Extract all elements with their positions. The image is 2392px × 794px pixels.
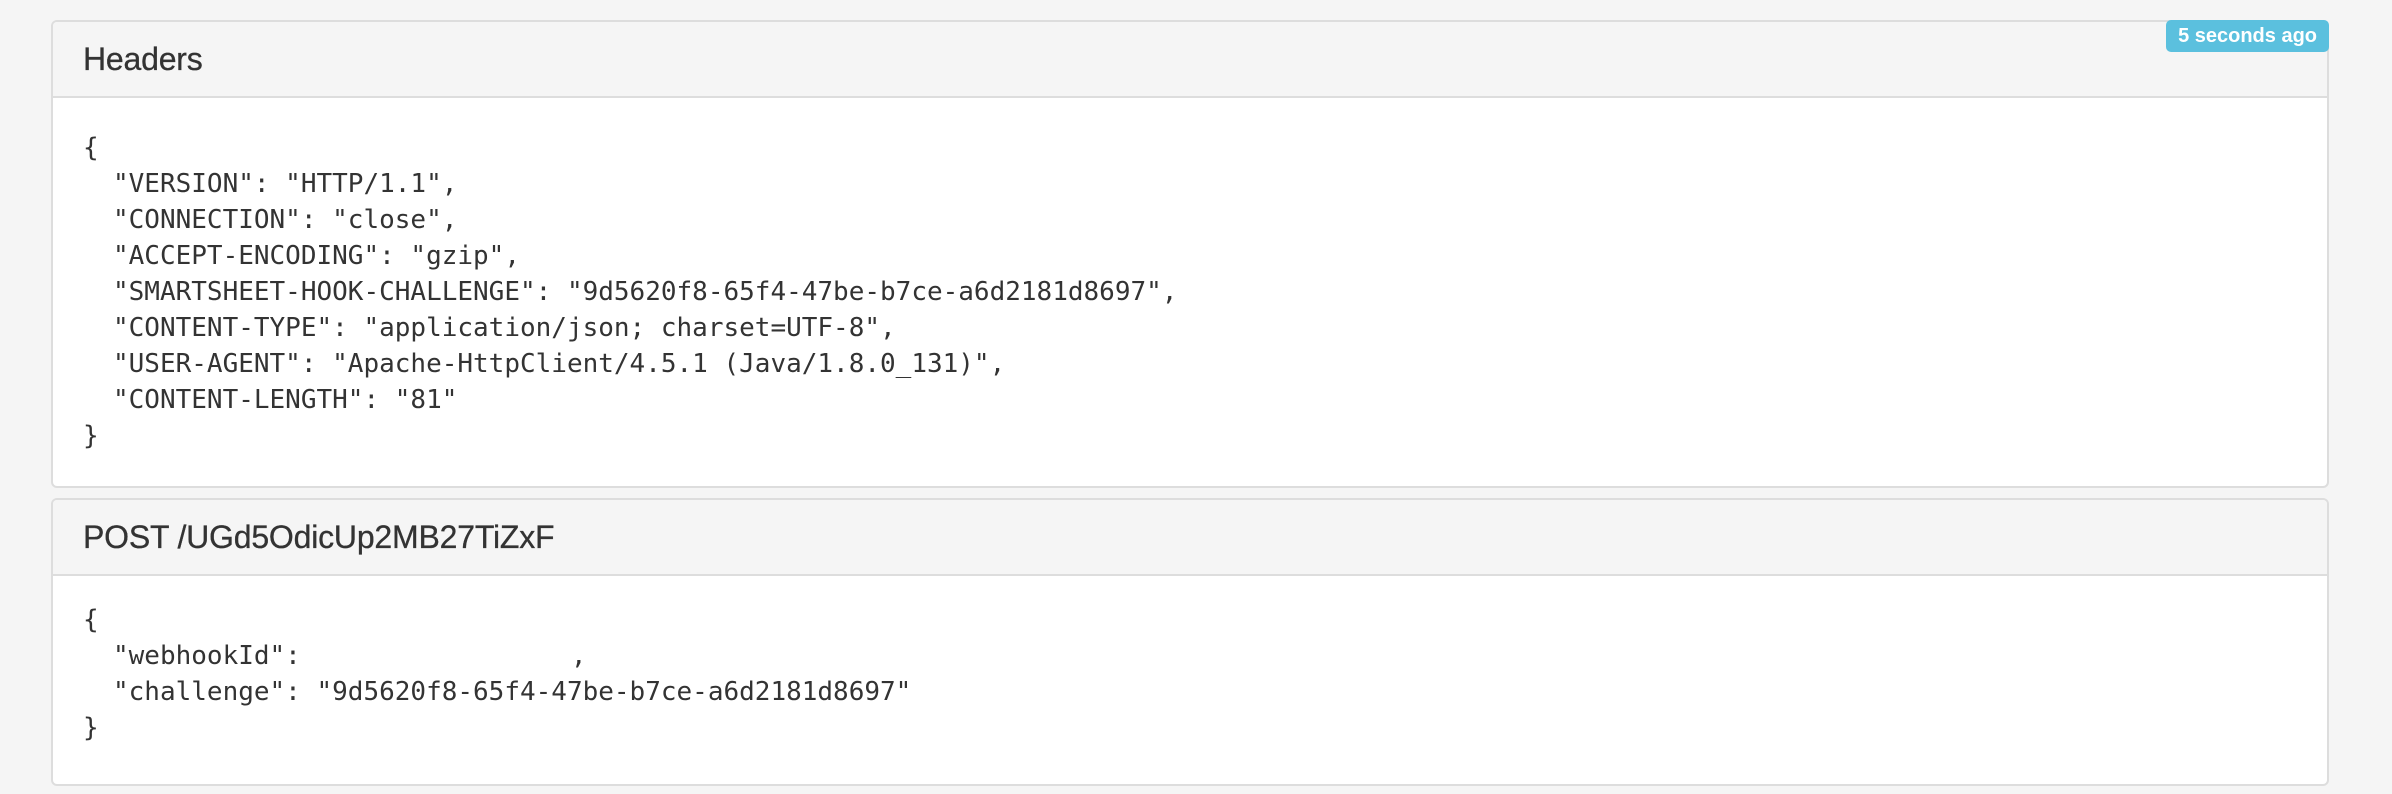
- header-line-accept-encoding: "ACCEPT-ENCODING": "gzip",: [113, 241, 520, 271]
- json-open-brace: {: [83, 605, 99, 635]
- header-line-content-type: "CONTENT-TYPE": "application/json; chars…: [113, 313, 896, 343]
- json-open-brace: {: [83, 133, 99, 163]
- challenge-line: "challenge": "9d5620f8-65f4-47be-b7ce-a6…: [113, 677, 912, 707]
- timestamp-badge: 5 seconds ago: [2166, 20, 2329, 52]
- request-title: POST /UGd5OdicUp2MB27TiZxF: [83, 518, 555, 555]
- header-line-content-length: "CONTENT-LENGTH": "81": [113, 385, 458, 415]
- request-viewer: 5 seconds ago Headers { "VERSION": "HTTP/…: [0, 0, 2392, 794]
- webhook-id-tail: ,: [570, 641, 587, 671]
- headers-panel: Headers { "VERSION": "HTTP/1.1", "CONNECTI…: [51, 20, 2329, 488]
- headers-panel-content: { "VERSION": "HTTP/1.1", "CONNECTION": "cl…: [53, 98, 2327, 454]
- header-line-connection: "CONNECTION": "close",: [113, 205, 458, 235]
- webhook-id-key: "webhookId":: [113, 641, 301, 671]
- headers-panel-heading: Headers: [53, 22, 2327, 98]
- request-body-panel-heading: POST /UGd5OdicUp2MB27TiZxF: [53, 500, 2327, 576]
- header-line-version: "VERSION": "HTTP/1.1",: [113, 169, 458, 199]
- json-close-brace: }: [83, 421, 99, 451]
- redacted-value: [301, 646, 571, 664]
- header-line-hook-challenge: "SMARTSHEET-HOOK-CHALLENGE": "9d5620f8-6…: [113, 277, 1178, 307]
- header-line-user-agent: "USER-AGENT": "Apache-HttpClient/4.5.1 (…: [113, 349, 1006, 379]
- headers-json: { "VERSION": "HTTP/1.1", "CONNECTION": "cl…: [83, 98, 2327, 454]
- body-json: {"webhookId":, "challenge": "9d5620f8-65f…: [83, 576, 2327, 746]
- webhook-id-line: "webhookId":,: [83, 638, 2327, 674]
- request-body-content: {"webhookId":, "challenge": "9d5620f8-65f…: [53, 576, 2327, 746]
- headers-panel-title: Headers: [83, 40, 203, 77]
- json-close-brace: }: [83, 713, 99, 743]
- request-body-panel: POST /UGd5OdicUp2MB27TiZxF {"webhookId":…: [51, 498, 2329, 786]
